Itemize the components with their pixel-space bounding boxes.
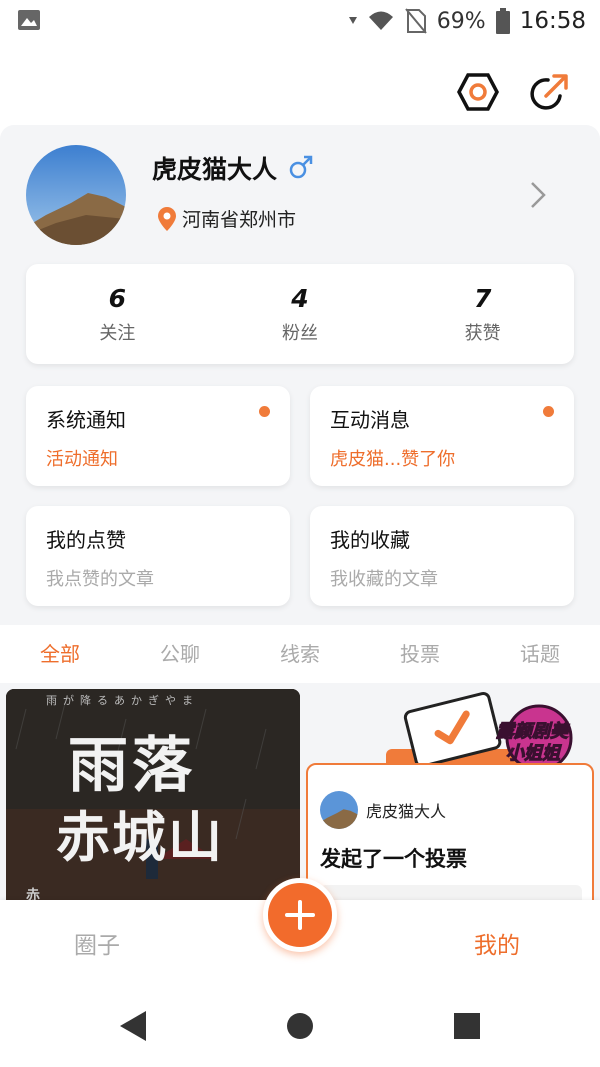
tile-subtitle: 虎皮猫...赞了你 <box>330 449 456 470</box>
unread-dot <box>259 406 270 417</box>
author-name: 虎皮猫大人 <box>366 802 447 821</box>
stat-value: 7 <box>473 284 492 313</box>
tab-votes[interactable]: 投票 <box>360 625 480 683</box>
settings-button[interactable] <box>456 70 500 114</box>
stat-label: 关注 <box>99 323 136 344</box>
tile-title: 系统通知 <box>46 408 126 432</box>
tab-chat[interactable]: 公聊 <box>120 625 240 683</box>
feed: 雨が降るあかぎやま 雨落 赤城山 赤 露颜剧美 小姐姐 虎皮猫大人 发起了一个投… <box>0 683 600 903</box>
my-likes-tile[interactable]: 我的点赞 我点赞的文章 <box>26 506 290 606</box>
add-post-button[interactable] <box>263 878 337 952</box>
top-actions <box>456 70 572 114</box>
stat-value: 4 <box>291 284 309 313</box>
home-icon[interactable] <box>286 1012 314 1040</box>
vote-title: 发起了一个投票 <box>320 847 467 871</box>
stat-likes[interactable]: 7 获赞 <box>391 264 574 364</box>
tile-title: 互动消息 <box>330 408 410 432</box>
location: 河南省郑州市 <box>158 205 296 232</box>
tile-subtitle: 我点赞的文章 <box>46 569 154 590</box>
wifi-icon <box>368 11 393 30</box>
battery-icon <box>495 8 510 34</box>
clock: 16:58 <box>519 8 586 34</box>
stat-following[interactable]: 6 关注 <box>26 264 209 364</box>
back-icon[interactable] <box>118 1009 148 1043</box>
post-author: 虎皮猫大人 <box>320 791 446 829</box>
settings-hexagon-icon <box>457 73 499 111</box>
nav-circle[interactable]: 圈子 <box>74 926 120 960</box>
stat-label: 获赞 <box>464 323 501 344</box>
tile-title: 我的收藏 <box>330 528 410 552</box>
status-bar: 69% 16:58 <box>0 0 600 42</box>
nav-mine[interactable]: 我的 <box>474 926 520 960</box>
location-pin-icon <box>158 206 176 231</box>
male-icon <box>289 155 313 179</box>
stats-card: 6 关注 4 粉丝 7 获赞 <box>26 264 574 364</box>
stat-value: 6 <box>108 284 127 313</box>
vote-post-card[interactable]: 虎皮猫大人 发起了一个投票 <box>306 763 594 903</box>
location-text: 河南省郑州市 <box>182 209 297 231</box>
avatar[interactable] <box>26 145 126 245</box>
poster-title-line2: 赤城山 <box>56 805 224 869</box>
my-favorites-tile[interactable]: 我的收藏 我收藏的文章 <box>310 506 574 606</box>
unread-dot <box>543 406 554 417</box>
system-notice-tile[interactable]: 系统通知 活动通知 <box>26 386 290 486</box>
poster-top-line: 雨が降るあかぎやま <box>46 694 199 707</box>
poster-title-line1: 雨落 <box>68 731 196 801</box>
content-tabs: 全部 公聊 线索 投票 话题 <box>0 625 600 683</box>
tab-clues[interactable]: 线索 <box>240 625 360 683</box>
system-nav-bar <box>0 985 600 1067</box>
tile-subtitle: 活动通知 <box>46 449 118 470</box>
share-arrow-icon <box>530 74 568 110</box>
tile-subtitle: 我收藏的文章 <box>330 569 438 590</box>
interaction-message-tile[interactable]: 互动消息 虎皮猫...赞了你 <box>310 386 574 486</box>
tile-title: 我的点赞 <box>46 528 126 552</box>
author-avatar <box>320 791 358 829</box>
tab-all[interactable]: 全部 <box>0 625 120 683</box>
battery-percent: 69% <box>436 8 486 34</box>
post-poster-card[interactable]: 雨が降るあかぎやま 雨落 赤城山 赤 <box>6 689 300 903</box>
stat-label: 粉丝 <box>282 323 318 344</box>
badge-line2: 小姐姐 <box>506 743 561 765</box>
no-sim-icon <box>405 8 427 34</box>
chevron-right-icon[interactable] <box>528 180 548 210</box>
username: 虎皮猫大人 <box>152 155 278 184</box>
tab-topics[interactable]: 话题 <box>480 625 600 683</box>
stat-followers[interactable]: 4 粉丝 <box>209 264 392 364</box>
signal-arrow-icon <box>348 17 357 24</box>
share-button[interactable] <box>528 70 572 114</box>
recents-icon[interactable] <box>454 1013 480 1039</box>
gallery-icon <box>18 10 40 30</box>
plus-icon <box>285 900 315 930</box>
